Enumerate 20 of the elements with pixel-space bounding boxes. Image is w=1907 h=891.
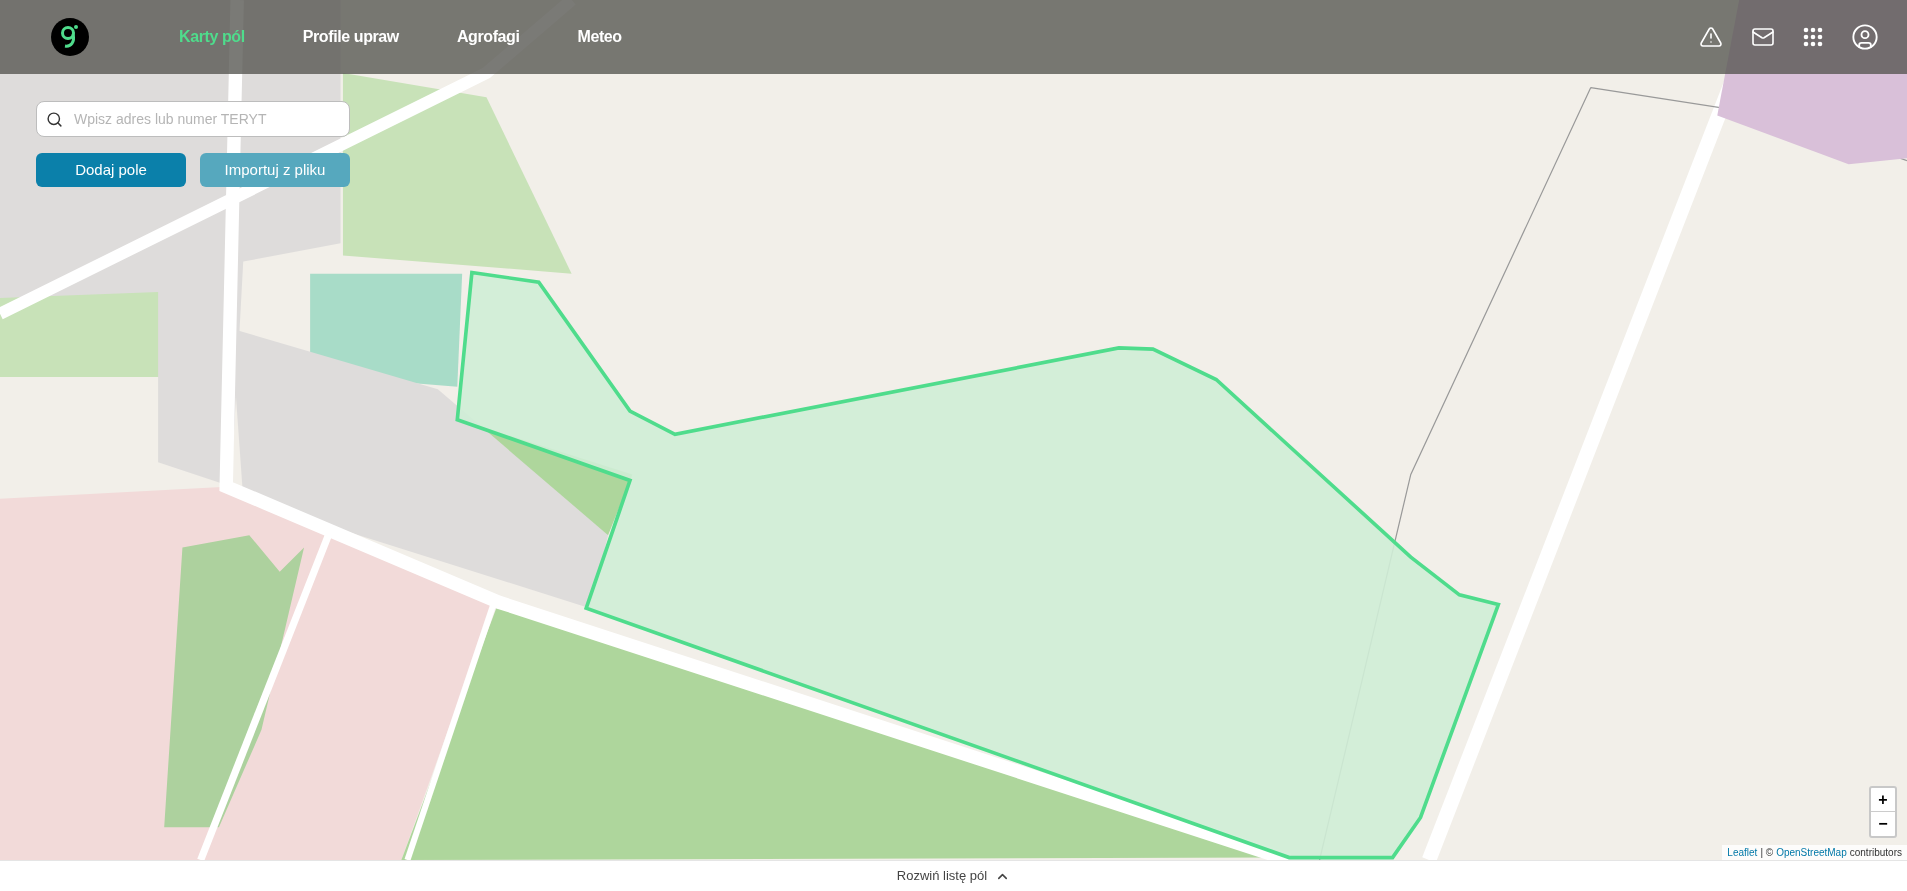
nav-tab[interactable]: Meteo — [577, 25, 622, 49]
apps-grid-icon[interactable] — [1803, 27, 1823, 47]
nav-tab[interactable]: Profile upraw — [302, 25, 399, 49]
import-button[interactable]: Importuj z pliku — [200, 153, 350, 187]
nav-tab[interactable]: Agrofagi — [456, 25, 520, 49]
add-field-button[interactable]: Dodaj pole — [36, 153, 186, 187]
zoom-in-button[interactable]: + — [1871, 788, 1895, 812]
user-account-icon[interactable] — [1851, 23, 1879, 51]
field-boundary[interactable] — [455, 270, 1501, 860]
mail-icon[interactable] — [1751, 25, 1775, 49]
attribution-text: contributors — [1849, 846, 1902, 860]
logo-icon[interactable] — [51, 18, 89, 56]
nav-tab[interactable]: Karty pól — [179, 25, 245, 49]
zoom-out-button[interactable]: − — [1871, 812, 1895, 836]
search-icon — [46, 111, 63, 128]
attribution-separator: | © — [1760, 846, 1774, 860]
openstreetmap-link[interactable]: OpenStreetMap — [1776, 845, 1847, 860]
leaflet-link[interactable]: Leaflet — [1727, 845, 1758, 860]
warning-icon[interactable] — [1699, 25, 1723, 49]
search-field[interactable]: Wpisz adres lub numer TERYT — [36, 101, 350, 137]
